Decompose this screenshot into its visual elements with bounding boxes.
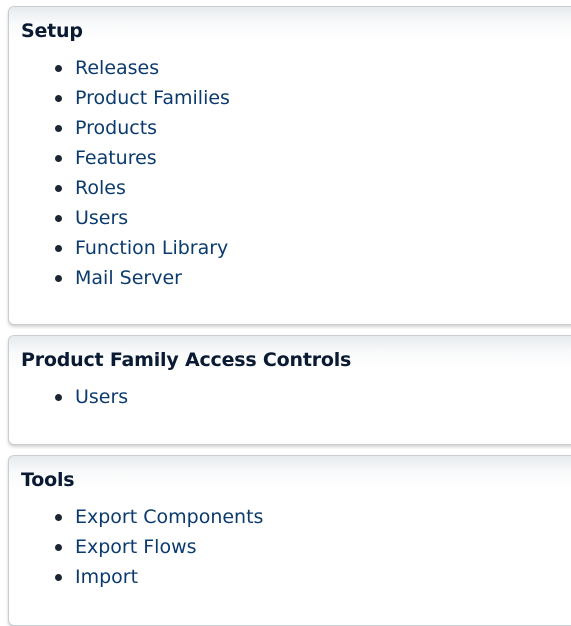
mail-server-link[interactable]: Mail Server — [75, 263, 182, 293]
bullet-icon — [55, 543, 62, 551]
setup-panel: Setup Releases Product Families Products… — [8, 6, 571, 325]
access-controls-panel-title: Product Family Access Controls — [21, 349, 352, 371]
bullet-icon — [55, 244, 62, 252]
import-link[interactable]: Import — [75, 562, 138, 592]
roles-link[interactable]: Roles — [75, 173, 126, 203]
tools-panel: Tools Export Components Export Flows Imp… — [8, 455, 571, 626]
access-controls-panel: Product Family Access Controls Users — [8, 335, 571, 445]
list-item: Function Library — [55, 233, 571, 263]
list-item: Export Components — [55, 502, 571, 532]
releases-link[interactable]: Releases — [75, 53, 159, 83]
tools-link-list: Export Components Export Flows Import — [9, 491, 571, 592]
products-link[interactable]: Products — [75, 113, 157, 143]
bullet-icon — [55, 573, 62, 581]
bullet-icon — [55, 274, 62, 282]
list-item: Product Families — [55, 83, 571, 113]
access-users-link[interactable]: Users — [75, 382, 128, 412]
bullet-icon — [55, 513, 62, 521]
list-item: Users — [55, 203, 571, 233]
list-item: Products — [55, 113, 571, 143]
bullet-icon — [55, 184, 62, 192]
export-flows-link[interactable]: Export Flows — [75, 532, 197, 562]
users-link[interactable]: Users — [75, 203, 128, 233]
bullet-icon — [55, 64, 62, 72]
list-item: Mail Server — [55, 263, 571, 293]
features-link[interactable]: Features — [75, 143, 157, 173]
tools-panel-title: Tools — [21, 469, 75, 491]
bullet-icon — [55, 154, 62, 162]
list-item: Roles — [55, 173, 571, 203]
export-components-link[interactable]: Export Components — [75, 502, 263, 532]
setup-link-list: Releases Product Families Products Featu… — [9, 42, 571, 293]
bullet-icon — [55, 393, 62, 401]
list-item: Users — [55, 382, 571, 412]
bullet-icon — [55, 214, 62, 222]
list-item: Releases — [55, 53, 571, 83]
product-families-link[interactable]: Product Families — [75, 83, 230, 113]
list-item: Export Flows — [55, 532, 571, 562]
bullet-icon — [55, 94, 62, 102]
function-library-link[interactable]: Function Library — [75, 233, 228, 263]
list-item: Import — [55, 562, 571, 592]
list-item: Features — [55, 143, 571, 173]
setup-panel-title: Setup — [21, 20, 83, 42]
bullet-icon — [55, 124, 62, 132]
access-controls-link-list: Users — [9, 371, 571, 412]
